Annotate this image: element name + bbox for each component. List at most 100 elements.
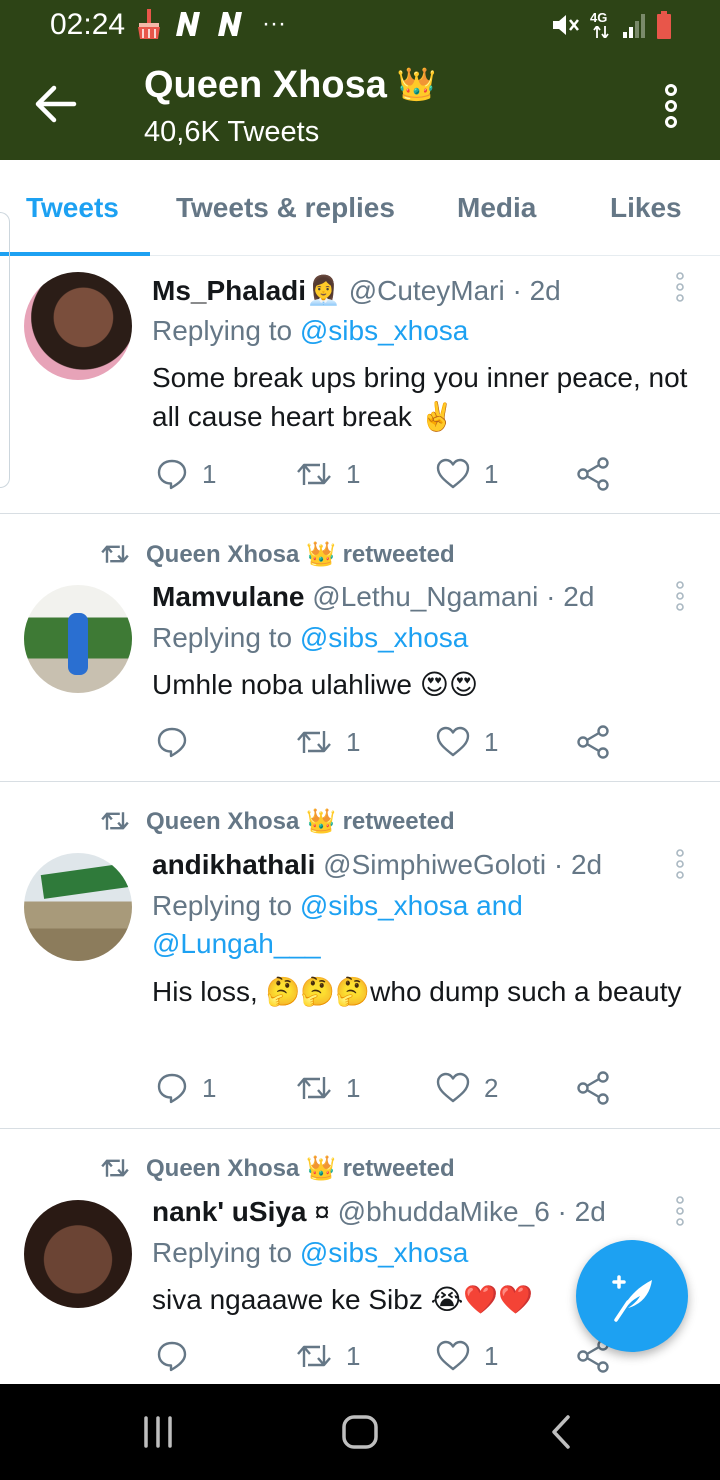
retweet-button[interactable]: 1 [296,1336,360,1376]
tweet-actions: 1 1 [156,1336,626,1376]
reply-icon [157,1341,187,1372]
heart-icon [436,726,470,757]
share-icon [577,1071,609,1105]
share-icon [577,457,609,491]
compose-tweet-button[interactable] [576,1240,688,1352]
tweet-actions: 1 1 1 [156,454,626,494]
author-handle[interactable]: @Lethu_Ngamani · 2d [312,581,594,612]
n-icon [218,12,242,36]
reply-icon [157,727,187,758]
tweet-menu-icon[interactable] [674,849,686,879]
avatar[interactable] [24,585,132,693]
tweet-count: 40,6K Tweets [144,116,320,148]
share-button[interactable] [576,454,610,494]
author-handle[interactable]: @bhuddaMike_6 · 2d [338,1196,606,1227]
retweet-icon [101,1159,129,1177]
like-button[interactable]: 2 [436,1068,498,1108]
notification-icons: ··· [136,6,286,42]
author-handle[interactable]: @SimphiweGoloti · 2d [323,849,602,880]
tweet-author: Ms_Phaladi👩‍💼 @CuteyMari · 2d [152,274,561,307]
mention-link[interactable]: @sibs_xhosa [300,315,469,346]
reply-icon [157,459,187,490]
system-nav-bar [0,1384,720,1480]
avatar[interactable] [24,272,132,380]
broom-icon [138,9,160,39]
tweet-author: andikhathali @SimphiweGoloti · 2d [152,849,602,881]
like-button[interactable]: 1 [436,1336,498,1376]
like-count: 1 [484,1340,499,1371]
mention-link[interactable]: @Lungah___ [152,928,321,959]
avatar[interactable] [24,1200,132,1308]
reply-icon [157,1073,187,1104]
like-count: 2 [484,1072,499,1103]
tweet-menu-icon[interactable] [674,272,686,302]
share-button[interactable] [576,722,610,762]
author-emoji: ¤ [314,1196,330,1227]
status-time: 02:24 [50,8,126,41]
reply-button[interactable] [156,722,202,762]
author-name[interactable]: andikhathali [152,849,315,880]
mention-link[interactable]: @sibs_xhosa [300,1237,469,1268]
compose-tweet-icon [612,1275,652,1322]
tweet-menu-icon[interactable] [674,581,686,611]
retweet-count: 1 [346,1072,361,1103]
author-handle[interactable]: @CuteyMari · 2d [349,275,561,306]
battery-icon [657,11,671,39]
profile-tabs: Tweets Tweets & replies Media Likes [0,160,720,256]
tab-tweets[interactable]: Tweets [26,192,119,224]
tweet-text: Umhle noba ulahliwe 😍😍 [152,669,479,700]
author-emoji: 👩‍💼 [306,275,341,306]
reply-button[interactable] [156,1336,202,1376]
heart-icon [436,1072,470,1103]
share-icon [577,725,609,759]
home-icon[interactable] [340,1412,380,1452]
retweet-count: 1 [346,726,361,757]
back-arrow-icon[interactable] [32,82,80,126]
tweet-text: Some break ups bring you inner peace, no… [152,362,688,432]
retweet-icon [297,1345,331,1367]
replying-to: Replying to @sibs_xhosa [152,315,469,346]
mention-link[interactable]: @sibs_xhosa and [300,890,523,921]
tab-media[interactable]: Media [457,192,536,224]
like-count: 1 [484,726,499,757]
author-name[interactable]: nank' uSiya [152,1196,307,1227]
reply-button[interactable]: 1 [156,454,216,494]
tweet-menu-icon[interactable] [674,1196,686,1226]
crown-emoji: 👑 [396,66,437,102]
retweeted-by: Queen Xhosa 👑 retweeted [98,804,455,838]
like-button[interactable]: 1 [436,722,498,762]
tweet-actions: 1 1 [156,722,626,762]
retweet-button[interactable]: 1 [296,722,360,762]
retweet-count: 1 [346,458,361,489]
tab-likes[interactable]: Likes [610,192,682,224]
avatar[interactable] [24,853,132,961]
tab-tweets-replies[interactable]: Tweets & replies [176,192,395,224]
profile-name: Queen Xhosa [144,64,387,106]
mention-link[interactable]: @sibs_xhosa [300,622,469,653]
retweet-count: 1 [346,1340,361,1371]
app-header: 02:24 ··· 4G Queen Xhosa 👑 40,6K Tweets [0,0,720,160]
reply-button[interactable]: 1 [156,1068,216,1108]
tweet-item[interactable]: Queen Xhosa 👑 retweeted Mamvulane @Lethu… [0,515,720,782]
recent-apps-icon[interactable] [140,1412,176,1452]
tweet-item[interactable]: Queen Xhosa 👑 retweeted andikhathali @Si… [0,783,720,1129]
tweet-actions: 1 1 2 [156,1068,626,1108]
profile-title: Queen Xhosa 👑 [144,64,437,107]
network-4g-icon: 4G [590,10,612,40]
retweet-icon [101,545,129,563]
author-name[interactable]: Ms_Phaladi [152,275,306,306]
share-button[interactable] [576,1068,610,1108]
like-button[interactable]: 1 [436,454,498,494]
mute-icon [553,15,579,35]
tweet-text: His loss, 🤔🤔🤔who dump such a beauty [152,976,682,1007]
status-bar: 02:24 ··· 4G [0,0,720,52]
retweet-button[interactable]: 1 [296,1068,360,1108]
retweet-button[interactable]: 1 [296,454,360,494]
signal-icon [623,14,645,38]
author-name[interactable]: Mamvulane [152,581,305,612]
overflow-menu-icon[interactable] [656,84,686,128]
back-icon[interactable] [548,1412,574,1452]
system-icons: 4G [550,8,672,42]
tweet-item[interactable]: Ms_Phaladi👩‍💼 @CuteyMari · 2d Replying t… [0,256,720,514]
tweet-author: Mamvulane @Lethu_Ngamani · 2d [152,581,594,613]
